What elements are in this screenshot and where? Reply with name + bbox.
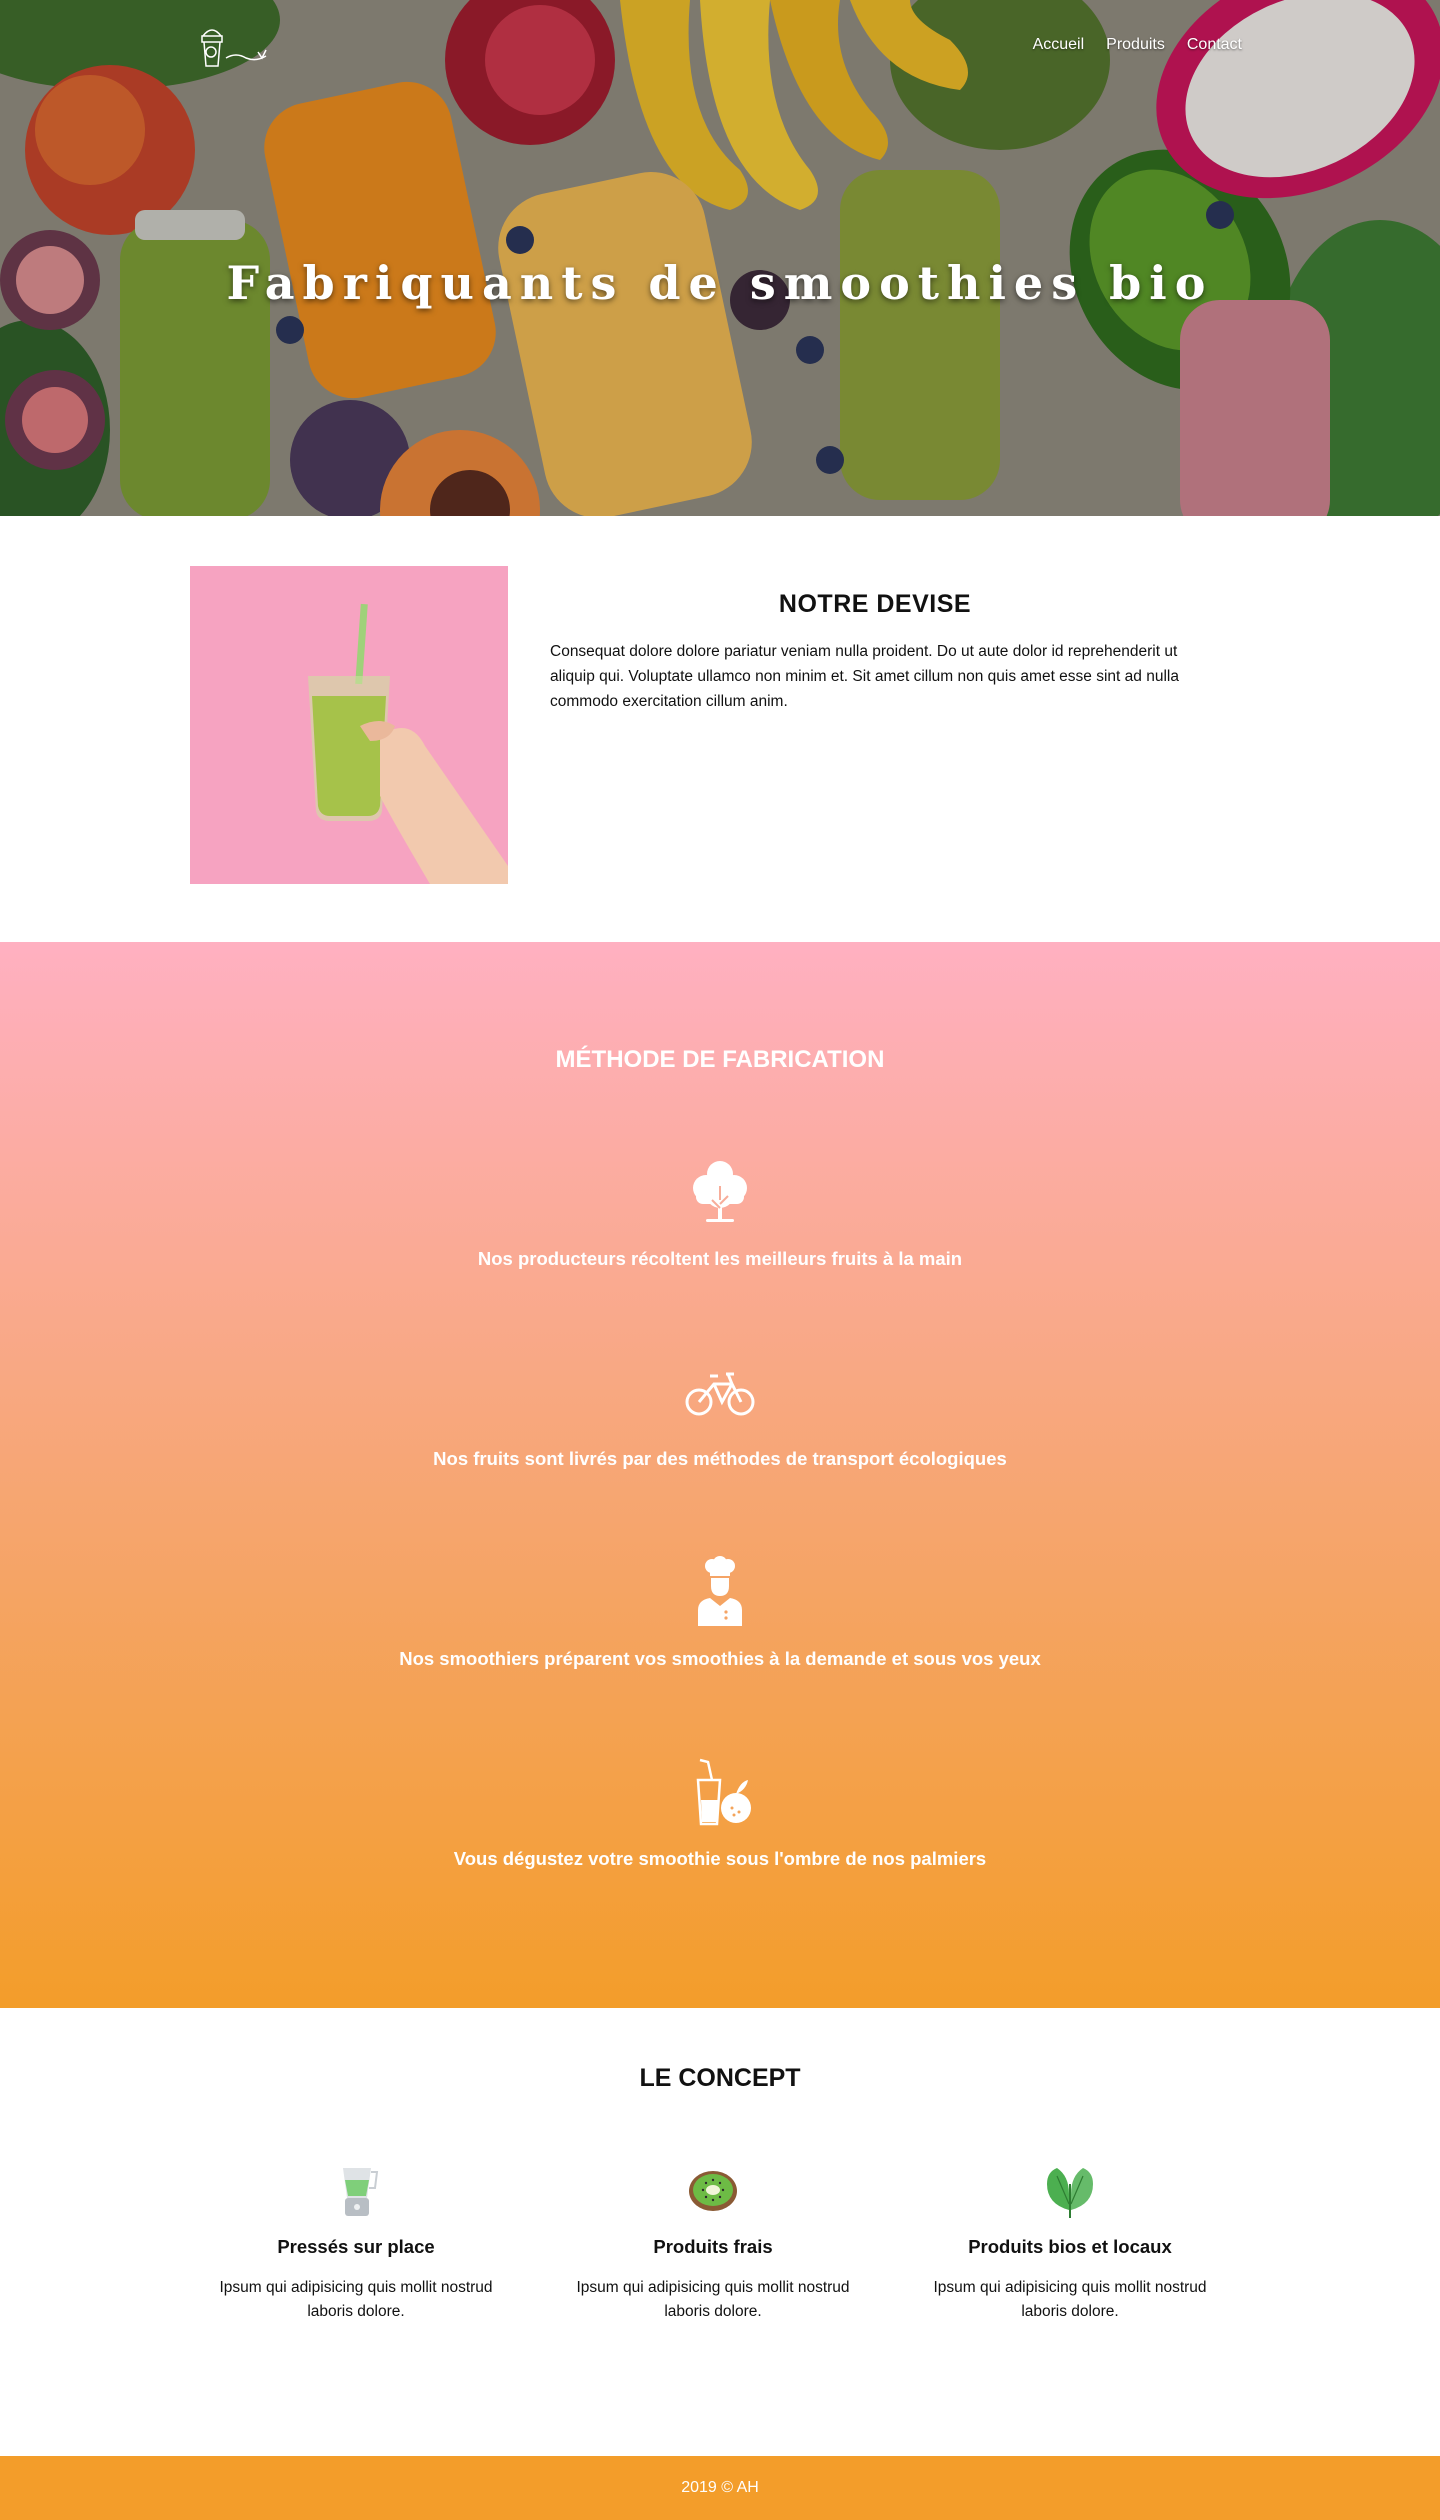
kiwi-icon — [686, 2164, 740, 2218]
chef-icon — [684, 1556, 756, 1628]
hero-title: Fabriquants de smoothies bio — [226, 256, 1214, 310]
concept-card-text: Ipsum qui adipisicing quis mollit nostru… — [576, 2279, 850, 2320]
nav-link-accueil[interactable]: Accueil — [1033, 36, 1085, 54]
concept-card: Pressés sur place Ipsum qui adipisicing … — [206, 2164, 506, 2324]
concept-card-text: Ipsum qui adipisicing quis mollit nostru… — [933, 2279, 1207, 2320]
devise-heading: NOTRE DEVISE — [778, 590, 972, 618]
concept-card-title: Pressés sur place — [277, 2236, 435, 2257]
method-step-text: Nos producteurs récoltent les meilleurs … — [477, 1248, 963, 1269]
method-step: Nos producteurs récoltent les meilleurs … — [0, 1156, 1440, 1270]
drink-fruit-icon — [684, 1756, 756, 1828]
footer: 2019 © AH — [0, 2456, 1440, 2520]
nav-link-contact[interactable]: Contact — [1187, 36, 1242, 54]
smoothie-glass-image — [190, 566, 508, 884]
tree-icon — [684, 1156, 756, 1228]
method-step-text: Nos fruits sont livrés par des méthodes … — [433, 1448, 1007, 1469]
footer-copyright: 2019 © AH — [681, 2479, 759, 2496]
concept-card-text: Ipsum qui adipisicing quis mollit nostru… — [219, 2279, 493, 2320]
nav-link-produits[interactable]: Produits — [1106, 36, 1165, 54]
leaf-icon — [1043, 2164, 1097, 2218]
blender-icon — [329, 2164, 383, 2218]
concept-heading: LE CONCEPT — [639, 2064, 801, 2092]
nav-links: Accueil Produits Contact — [1033, 36, 1242, 54]
method-step: Nos fruits sont livrés par des méthodes … — [0, 1356, 1440, 1470]
method-step: Vous dégustez votre smoothie sous l'ombr… — [0, 1756, 1440, 1870]
hero-section: Accueil Produits Contact Fabriquants de … — [0, 0, 1440, 516]
logo-icon[interactable] — [196, 22, 280, 72]
methode-heading: MÉTHODE DE FABRICATION — [555, 1046, 885, 1073]
method-step-text: Nos smoothiers préparent vos smoothies à… — [399, 1648, 1041, 1669]
devise-paragraph: Consequat dolore dolore pariatur veniam … — [550, 643, 1179, 710]
top-navigation: Accueil Produits Contact — [0, 0, 1440, 96]
concept-card: Produits frais Ipsum qui adipisicing qui… — [563, 2164, 863, 2324]
devise-section: NOTRE DEVISE Consequat dolore dolore par… — [0, 516, 1440, 942]
bicycle-icon — [684, 1356, 756, 1428]
method-step: Nos smoothiers préparent vos smoothies à… — [0, 1556, 1440, 1670]
concept-card-title: Produits frais — [653, 2236, 773, 2257]
methode-section: MÉTHODE DE FABRICATION Nos producteurs r… — [0, 942, 1440, 2008]
concept-section: LE CONCEPT Pressés sur place Ipsum qui a… — [0, 2008, 1440, 2456]
method-step-text: Vous dégustez votre smoothie sous l'ombr… — [453, 1848, 987, 1869]
devise-text-block: NOTRE DEVISE Consequat dolore dolore par… — [550, 590, 1200, 714]
concept-card-title: Produits bios et locaux — [968, 2236, 1172, 2257]
concept-card: Produits bios et locaux Ipsum qui adipis… — [920, 2164, 1220, 2324]
